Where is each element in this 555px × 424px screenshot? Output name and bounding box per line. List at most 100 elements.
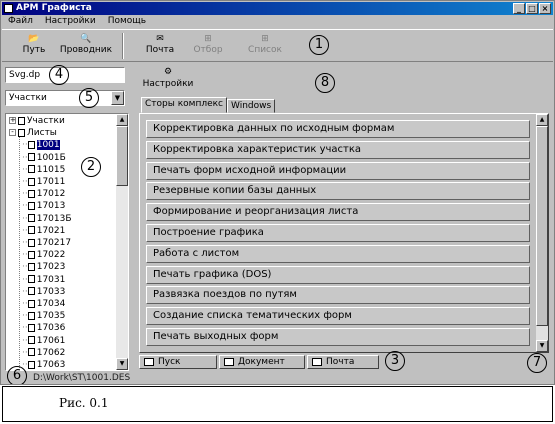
explorer-icon: 🔍 (80, 34, 92, 44)
tree-item[interactable]: ·· 17013Б (22, 213, 72, 226)
book-icon (27, 238, 35, 247)
mail-tab[interactable]: Почта (307, 355, 379, 369)
close-button[interactable]: × (539, 3, 551, 14)
tab-strip: Сторы комплекс Windows (141, 97, 276, 113)
menu-help[interactable]: Помощь (108, 15, 146, 28)
scroll-thumb[interactable] (536, 126, 548, 326)
tree-item-label: 17031 (36, 274, 66, 285)
command-button[interactable]: Печать графика (DOS) (146, 265, 530, 284)
tree-item-label: 17012 (36, 189, 66, 200)
tree-item-label: 17034 (36, 299, 66, 309)
command-button[interactable]: Работа с листом (146, 244, 530, 263)
tree-item[interactable]: ·· 17035 (22, 310, 65, 323)
chevron-down-icon[interactable]: ▼ (111, 91, 124, 105)
tree-item[interactable]: ·· 17036 (22, 322, 65, 335)
tree-item-label: 17011 (36, 177, 66, 187)
tree-item-label: 17061 (36, 335, 66, 346)
settings-button[interactable]: ⚙ Настройки (139, 66, 197, 96)
status-bar: D:\Work\ST\1001.DES (1, 371, 554, 384)
tree-item[interactable]: ·· 1001Б (22, 152, 66, 165)
mail-button[interactable]: ✉ Почта (138, 33, 182, 61)
book-icon (27, 165, 35, 174)
list-button[interactable]: ⊞ Список (244, 33, 286, 61)
figure-caption: Рис. 0.1 (59, 396, 109, 410)
tree-item[interactable]: ·· 17033 (22, 286, 65, 299)
maximize-button[interactable]: □ (526, 3, 538, 14)
command-button[interactable]: Формирование и реорганизация листа (146, 203, 530, 222)
explorer-button[interactable]: 🔍 Проводник (58, 33, 114, 61)
filter-button[interactable]: ⊞ Отбор (188, 33, 228, 61)
command-scrollbar[interactable]: ▲ ▼ (536, 114, 548, 352)
tree-item-label: 17063 (36, 360, 66, 370)
book-icon (27, 153, 35, 162)
tree-folder[interactable]: - Листы (9, 127, 57, 140)
book-icon (27, 299, 35, 308)
menu-file[interactable]: Файл (8, 15, 33, 28)
command-button[interactable]: Печать выходных форм (146, 328, 530, 346)
command-button[interactable]: Развязка поездов по путям (146, 286, 530, 305)
folder-open-icon: 📂 (28, 34, 40, 44)
tree-item[interactable]: ·· 17031 (22, 274, 65, 287)
callout-2: 2 (81, 157, 101, 177)
menu-settings[interactable]: Настройки (45, 15, 96, 28)
book-icon (27, 140, 35, 149)
book-icon (27, 336, 35, 345)
document-tab[interactable]: Документ (219, 355, 305, 369)
view-select-value: Участки (9, 93, 47, 103)
tree-item-label: 17013 (36, 201, 66, 212)
minimize-button[interactable]: _ (513, 3, 525, 14)
tab-windows[interactable]: Windows (227, 99, 276, 113)
command-button[interactable]: Создание списка тематических форм (146, 307, 530, 326)
tree-item[interactable]: ·· 1001 (22, 139, 60, 152)
tree-folder[interactable]: + Участки (9, 115, 65, 128)
book-icon (27, 323, 35, 332)
tree-item[interactable]: ·· 17022 (22, 249, 65, 262)
callout-5: 5 (79, 88, 99, 108)
tree-item[interactable]: ·· 17012 (22, 188, 65, 201)
tree-scrollbar[interactable]: ▲ ▼ (116, 114, 128, 370)
tab-complex[interactable]: Сторы комплекс (141, 97, 228, 113)
callout-8: 8 (315, 73, 335, 93)
tree-view[interactable]: + Участки - Листы ·· 1001 ·· 1001Б ·· 11015 ·· 1701… (5, 113, 129, 371)
expand-icon[interactable]: + (9, 117, 16, 124)
tree-item-label: 17035 (36, 311, 66, 322)
scroll-up-icon[interactable]: ▲ (116, 114, 128, 126)
scroll-up-icon[interactable]: ▲ (536, 114, 548, 126)
command-button[interactable]: Корректировка характеристик участка (146, 140, 530, 159)
scroll-down-icon[interactable]: ▼ (116, 358, 128, 370)
view-select[interactable]: Участки ▼ (5, 90, 125, 106)
menu-bar: Файл Настройки Помощь (2, 15, 553, 28)
settings-icon: ⚙ (163, 67, 173, 77)
book-icon (27, 226, 35, 235)
tree-item[interactable]: ·· 17011 (22, 176, 65, 189)
callout-1: 1 (309, 35, 329, 55)
book-icon (27, 287, 35, 296)
tree-item[interactable]: ·· 17062 (22, 347, 65, 360)
book-icon (27, 177, 35, 186)
path-button[interactable]: 📂 Путь (14, 33, 54, 61)
command-button[interactable]: Печать форм исходной информации (146, 161, 530, 180)
tree-item[interactable]: ·· 17023 (22, 261, 65, 274)
book-icon (27, 360, 35, 369)
tree-item-label: 17033 (36, 286, 66, 297)
command-button[interactable]: Построение графика (146, 224, 530, 242)
tree-item[interactable]: ·· 17034 (22, 298, 65, 311)
scroll-thumb[interactable] (116, 126, 128, 186)
tree-item[interactable]: ·· 170217 (22, 237, 71, 250)
tree-item[interactable]: ·· 17061 (22, 335, 65, 348)
command-button[interactable]: Резервные копии базы данных (146, 182, 530, 201)
start-tab[interactable]: Пуск (139, 355, 217, 369)
window-icon (144, 358, 154, 366)
tree-item[interactable]: ·· 17063 (22, 359, 66, 370)
collapse-icon[interactable]: - (9, 129, 16, 137)
tree-item[interactable]: ·· 17013 (22, 200, 65, 213)
callout-3: 3 (385, 351, 405, 371)
tree-item-label: Участки (27, 116, 65, 126)
window-controls: _ □ × (513, 3, 551, 14)
tree-item[interactable]: ·· 17021 (22, 225, 65, 238)
tree-item-label: Листы (27, 128, 57, 139)
scroll-down-icon[interactable]: ▼ (536, 340, 548, 352)
toolbar-separator (122, 33, 124, 59)
tree-item[interactable]: ·· 11015 (22, 164, 65, 177)
command-button[interactable]: Корректировка данных по исходным формам (146, 120, 530, 138)
